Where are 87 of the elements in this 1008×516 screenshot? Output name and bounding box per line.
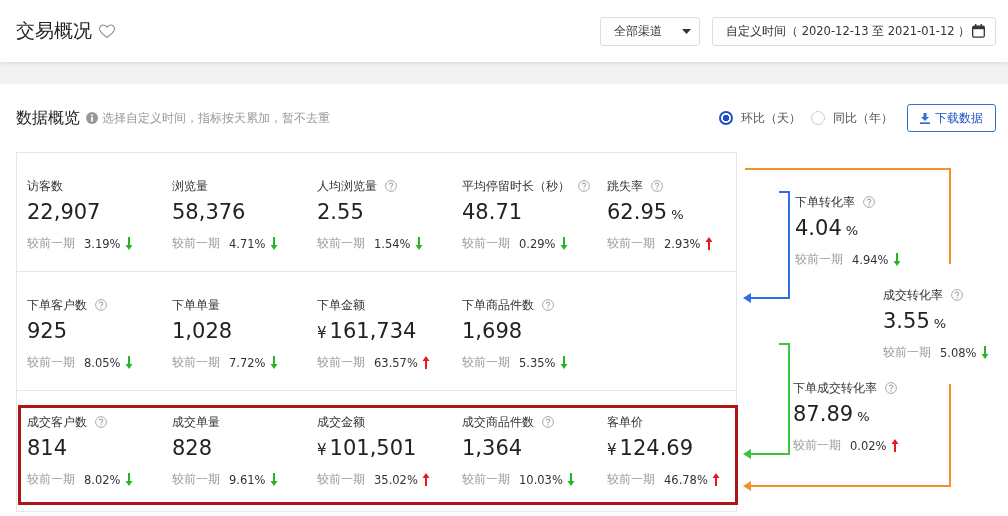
currency-sign: ¥ [317, 324, 327, 342]
page-title: 交易概况 [16, 18, 92, 43]
metric-label: 成交单量 [172, 413, 220, 431]
change-value: 5.35% [519, 355, 556, 370]
metric-label: 下单客户数 [27, 296, 87, 314]
compare-label: 较前一期 [462, 236, 510, 251]
date-range-field[interactable]: 自定义时间（ 2020-12-13 至 2021-01-12 ） [712, 16, 996, 46]
metric-label: 客单价 [607, 413, 643, 431]
change-value: 9.61% [229, 472, 266, 487]
metric-label: 浏览量 [172, 177, 208, 195]
change-value: 10.03% [519, 472, 563, 487]
metric-value: 814 [27, 436, 68, 460]
metric-value: 62.95 [607, 200, 668, 224]
metric-value: 3.55 [883, 309, 930, 333]
metric-value: 101,501 [329, 436, 417, 460]
metric-value: 2.55 [317, 200, 364, 224]
change-value: 8.02% [84, 472, 121, 487]
change-value: 4.94% [852, 252, 889, 267]
unit-sign: % [857, 409, 870, 424]
metric-value: 925 [27, 319, 68, 343]
metric-value: 1,028 [172, 319, 233, 343]
compare-label: 较前一期 [27, 236, 75, 251]
unit-sign: % [933, 316, 947, 331]
compare-label: 较前一期 [883, 345, 931, 360]
metric-label: 成交客户数 [27, 413, 87, 431]
metric-label: 下单单量 [172, 296, 220, 314]
metric-label: 下单成交转化率 [793, 379, 877, 397]
metric-value: 4.04 [795, 216, 842, 240]
compare-label: 较前一期 [172, 355, 220, 370]
caret-icon [682, 28, 691, 34]
change-value: 35.02% [374, 472, 418, 487]
compare-label: 较前一期 [317, 355, 365, 370]
currency-sign: ¥ [317, 441, 327, 459]
metric-value: 161,734 [329, 319, 417, 343]
metric-label: 成交转化率 [883, 286, 943, 304]
metric-label: 平均停留时长（秒） [462, 177, 570, 195]
metric-label: 下单商品件数 [462, 296, 534, 314]
change-value: 7.72% [229, 355, 266, 370]
section-title: 数据概览 [16, 107, 80, 129]
compare-label: 较前一期 [607, 236, 655, 251]
metric-label: 成交金额 [317, 413, 365, 431]
metric-value: 58,376 [172, 200, 246, 224]
change-value: 5.08% [940, 345, 977, 360]
metric-value: 87.89 [793, 402, 854, 426]
change-value: 0.29% [519, 236, 556, 251]
compare-label: 较前一期 [27, 472, 75, 487]
channel-select[interactable]: 全部渠道 [600, 16, 700, 46]
metric-label: 访客数 [27, 177, 63, 195]
unit-sign: % [845, 223, 859, 238]
change-value: 4.71% [229, 236, 266, 251]
change-value: 0.02% [850, 438, 887, 453]
metric-label: 成交商品件数 [462, 413, 534, 431]
hint-text: 选择自定义时间，指标按天累加，暂不去重 [102, 110, 330, 126]
radio-option[interactable]: 同比（年） [811, 109, 893, 127]
metric-value: 828 [172, 436, 213, 460]
metric-value: 48.71 [462, 200, 523, 224]
metric-label: 下单金额 [317, 296, 365, 314]
compare-label: 较前一期 [462, 355, 510, 370]
compare-label: 较前一期 [795, 252, 843, 267]
metric-value: 124.69 [619, 436, 694, 460]
metric-value: 22,907 [27, 200, 101, 224]
compare-label: 较前一期 [172, 472, 220, 487]
calendar-icon [972, 24, 985, 38]
change-value: 8.05% [84, 355, 121, 370]
unit-sign: % [671, 207, 684, 222]
change-value: 2.93% [664, 236, 701, 251]
compare-label: 较前一期 [27, 355, 75, 370]
change-value: 46.78% [664, 472, 708, 487]
change-value: 3.19% [84, 236, 121, 251]
download-icon [920, 112, 930, 124]
change-value: 1.54% [374, 236, 411, 251]
download-button[interactable]: 下载数据 [907, 104, 996, 132]
info-icon [86, 112, 98, 124]
change-value: 63.57% [374, 355, 418, 370]
compare-label: 较前一期 [607, 472, 655, 487]
currency-sign: ¥ [607, 441, 617, 459]
radio-option[interactable]: 环比（天） [719, 109, 801, 127]
metric-value: 1,698 [462, 319, 523, 343]
compare-label: 较前一期 [172, 236, 220, 251]
compare-label: 较前一期 [317, 472, 365, 487]
compare-label: 较前一期 [793, 438, 841, 453]
metric-label: 人均浏览量 [317, 177, 377, 195]
metric-label: 跳失率 [607, 177, 643, 195]
compare-label: 较前一期 [462, 472, 510, 487]
metric-value: 1,364 [462, 436, 523, 460]
metric-label: 下单转化率 [795, 193, 855, 211]
compare-label: 较前一期 [317, 236, 365, 251]
